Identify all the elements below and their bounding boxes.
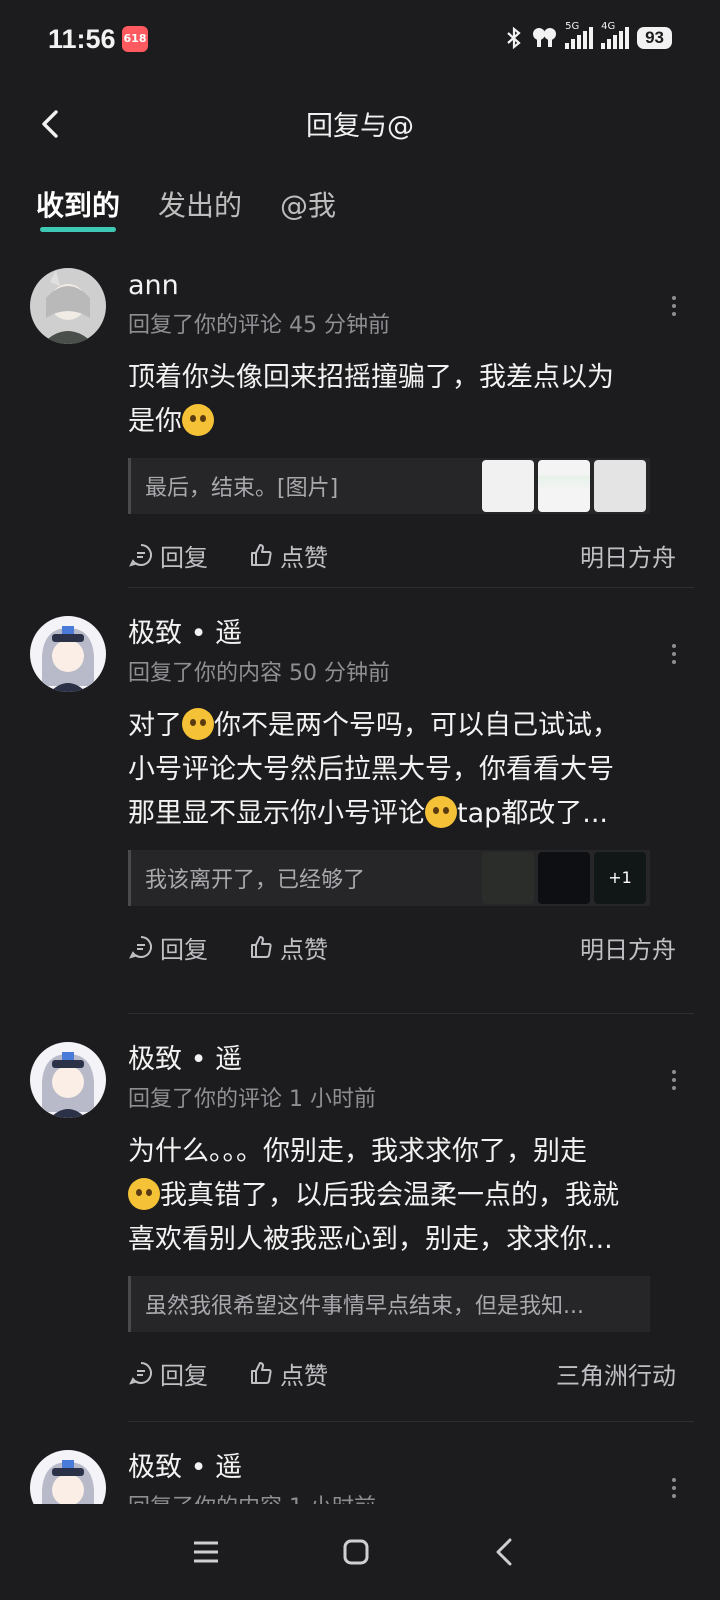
- menu-icon[interactable]: [186, 1532, 226, 1572]
- tab-bar: 收到的 发出的 @我: [36, 184, 336, 234]
- home-square-icon[interactable]: [336, 1532, 376, 1572]
- action-row: 回复 点赞 明日方舟: [128, 912, 690, 982]
- like-button[interactable]: 点赞: [248, 538, 328, 573]
- user-name[interactable]: 极致 • 遥: [128, 610, 690, 654]
- emoji-icon: [425, 796, 457, 828]
- tab-mentions[interactable]: @我: [280, 184, 336, 234]
- avatar[interactable]: [30, 616, 106, 692]
- emoji-icon: [128, 1178, 160, 1210]
- reply-feed: ann 回复了你的评论 45 分钟前 顶着你头像回来招摇撞骗了，我差点以为 是你…: [0, 262, 720, 1564]
- reply-button[interactable]: 回复: [128, 538, 208, 573]
- more-vertical-icon[interactable]: [664, 1474, 684, 1504]
- emoji-icon: [182, 708, 214, 740]
- list-item: 极致 • 遥 回复了你的评论 1 小时前 为什么。。。你别走，我求求你了，别走 …: [0, 1014, 720, 1422]
- user-name[interactable]: ann: [128, 262, 690, 306]
- thumbnail-image[interactable]: [538, 852, 590, 904]
- bluetooth-icon: [507, 26, 521, 50]
- comment-text[interactable]: 对了 你不是两个号吗，可以自己试试， 小号评论大号然后拉黑大号，你看看大号 那里显…: [128, 704, 690, 836]
- app-notification-icon: 618: [122, 26, 148, 52]
- thumbnail-image[interactable]: [482, 460, 534, 512]
- thumbnail-image[interactable]: [482, 852, 534, 904]
- list-item: 极致 • 遥 回复了你的内容 50 分钟前 对了 你不是两个号吗，可以自己试试， …: [0, 588, 720, 1014]
- reply-button[interactable]: 回复: [128, 930, 208, 965]
- reply-meta: 回复了你的评论 45 分钟前: [128, 313, 390, 338]
- thumbs-up-icon: [251, 544, 272, 566]
- action-row: 回复 点赞 三角洲行动: [128, 1338, 690, 1408]
- more-images-count: +1: [608, 868, 632, 887]
- battery-indicator: 93: [637, 27, 672, 49]
- signal-5g-icon: 5G: [565, 21, 594, 49]
- tab-sent[interactable]: 发出的: [158, 184, 242, 234]
- more-vertical-icon[interactable]: [664, 292, 684, 322]
- vibrate-icon: [533, 28, 557, 47]
- avatar[interactable]: [30, 1042, 106, 1118]
- image-thumbnails: +1: [482, 852, 646, 904]
- source-game[interactable]: 明日方舟: [580, 930, 676, 965]
- comment-text[interactable]: 为什么。。。你别走，我求求你了，别走 我真错了，以后我会温柔一点的，我就 喜欢看…: [128, 1130, 690, 1262]
- more-vertical-icon[interactable]: [664, 1066, 684, 1096]
- list-item: ann 回复了你的评论 45 分钟前 顶着你头像回来招摇撞骗了，我差点以为 是你…: [0, 262, 720, 588]
- comment-icon: [129, 544, 152, 567]
- quoted-comment[interactable]: 最后，结束。[图片]: [128, 458, 650, 514]
- like-button[interactable]: 点赞: [248, 1356, 328, 1391]
- status-icons: 5G 4G 93: [505, 21, 672, 50]
- user-name[interactable]: 极致 • 遥: [128, 1444, 690, 1488]
- source-game[interactable]: 三角洲行动: [556, 1356, 676, 1391]
- thumbnail-image[interactable]: +1: [594, 852, 646, 904]
- tab-received[interactable]: 收到的: [36, 184, 120, 234]
- signal-4g-icon: 4G: [601, 21, 630, 49]
- comment-text[interactable]: 顶着你头像回来招摇撞骗了，我差点以为 是你: [128, 356, 690, 444]
- quoted-comment[interactable]: 虽然我很希望这件事情早点结束，但是我知...: [128, 1276, 650, 1332]
- reply-button[interactable]: 回复: [128, 1356, 208, 1391]
- emoji-icon: [182, 404, 214, 436]
- like-button[interactable]: 点赞: [248, 930, 328, 965]
- system-nav-bar: [0, 1504, 720, 1600]
- thumbs-up-icon: [251, 936, 272, 958]
- thumbnail-image[interactable]: [594, 460, 646, 512]
- action-row: 回复 点赞 明日方舟: [128, 520, 690, 590]
- reply-meta: 回复了你的评论 1 小时前: [128, 1087, 376, 1112]
- comment-icon: [129, 936, 152, 959]
- status-time: 11:56: [48, 24, 116, 54]
- avatar[interactable]: [30, 268, 106, 344]
- comment-icon: [129, 1362, 152, 1385]
- more-vertical-icon[interactable]: [664, 640, 684, 670]
- image-thumbnails: [482, 460, 646, 512]
- quoted-comment[interactable]: 我该离开了，已经够了 +1: [128, 850, 650, 906]
- thumbnail-image[interactable]: [538, 460, 590, 512]
- back-triangle-icon[interactable]: [486, 1532, 526, 1572]
- user-name[interactable]: 极致 • 遥: [128, 1036, 690, 1080]
- reply-meta: 回复了你的内容 50 分钟前: [128, 661, 390, 686]
- status-bar: 11:56 618 5G 4G 93: [0, 0, 720, 84]
- source-game[interactable]: 明日方舟: [580, 538, 676, 573]
- thumbs-up-icon: [251, 1362, 272, 1384]
- page-title: 回复与@: [306, 111, 414, 142]
- header: 回复与@: [0, 96, 720, 156]
